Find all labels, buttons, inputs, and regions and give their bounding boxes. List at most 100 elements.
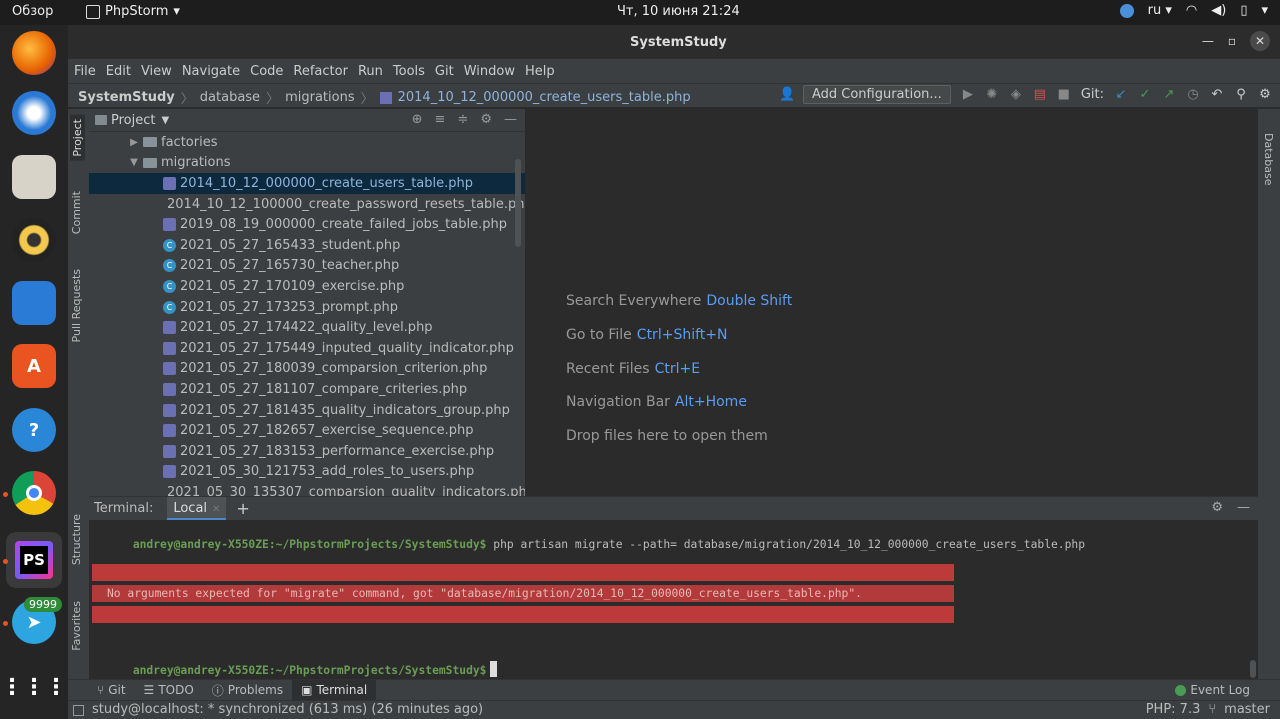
php-version[interactable]: PHP: 7.3	[1146, 702, 1201, 717]
tool-terminal[interactable]: ▣ Terminal	[292, 679, 377, 701]
tree-file-row[interactable]: 2019_08_19_000000_create_failed_jobs_tab…	[89, 214, 525, 235]
search-icon[interactable]: ⚲	[1234, 87, 1248, 102]
tree-file-row[interactable]: 2021_05_27_181107_compare_criteries.php	[89, 379, 525, 400]
help-icon[interactable]: ?	[12, 408, 56, 452]
close-icon[interactable]: ✕	[1250, 31, 1270, 51]
app-grid-icon[interactable]: ⋮⋮⋮	[1, 665, 67, 709]
menu-git[interactable]: Git	[435, 64, 454, 79]
menu-navigate[interactable]: Navigate	[182, 64, 240, 79]
tab-database[interactable]: Database	[1262, 133, 1275, 186]
menu-window[interactable]: Window	[464, 64, 515, 79]
rhythmbox-icon[interactable]	[12, 218, 56, 262]
tree-file-row[interactable]: 2021_05_30_121753_add_roles_to_users.php	[89, 462, 525, 483]
terminal-tab-local[interactable]: Local ✕	[167, 496, 227, 521]
tree-file-row[interactable]: 2021_05_27_183153_performance_exercise.p…	[89, 441, 525, 462]
gear-icon[interactable]: ⚙	[480, 112, 492, 127]
history-icon[interactable]: ◷	[1186, 87, 1200, 102]
chevron-right-icon[interactable]: ▶	[127, 137, 141, 148]
breadcrumb-project[interactable]: SystemStudy	[78, 90, 175, 105]
maximize-icon[interactable]: ▫	[1228, 34, 1236, 48]
menu-run[interactable]: Run	[358, 64, 383, 79]
tree-file-row[interactable]: 2021_05_27_180039_comparsion_criterion.p…	[89, 359, 525, 380]
profile-icon[interactable]: ▤	[1033, 87, 1047, 102]
tab-favorites[interactable]: Favorites	[70, 601, 83, 651]
tree-file-row[interactable]: 2021_05_27_175449_inputed_quality_indica…	[89, 338, 525, 359]
git-commit-icon[interactable]: ✓	[1138, 87, 1152, 102]
chevron-down-icon[interactable]: ▼	[127, 157, 141, 168]
close-icon[interactable]: ✕	[212, 504, 220, 515]
phpstorm-icon[interactable]: PS	[6, 532, 62, 588]
tool-git[interactable]: ⑂ Git	[88, 680, 135, 701]
tray-app-icon[interactable]	[1119, 3, 1134, 18]
gear-icon[interactable]: ⚙	[1211, 500, 1223, 515]
chrome-icon[interactable]	[12, 471, 56, 515]
hint-shortcut[interactable]: Double Shift	[706, 293, 792, 309]
tool-event-log[interactable]: Event Log	[1175, 683, 1250, 697]
menu-refactor[interactable]: Refactor	[293, 64, 348, 79]
terminal-output[interactable]: andrey@andrey-X550ZE:~/PhpstormProjects/…	[89, 520, 1258, 679]
files-icon[interactable]	[12, 155, 56, 199]
hint-shortcut[interactable]: Alt+Home	[675, 394, 747, 410]
chevron-down-icon[interactable]: ▾	[1261, 3, 1268, 18]
menu-view[interactable]: View	[141, 64, 172, 79]
hide-icon[interactable]: —	[504, 112, 517, 127]
tree-file-row[interactable]: C 2021_05_27_173253_prompt.php	[89, 297, 525, 318]
menu-edit[interactable]: Edit	[106, 64, 131, 79]
rollback-icon[interactable]: ↶	[1210, 87, 1224, 102]
git-push-icon[interactable]: ↗	[1162, 87, 1176, 102]
user-icon[interactable]: 👤	[779, 87, 795, 102]
tree-file-row[interactable]: 2014_10_12_100000_create_password_resets…	[89, 194, 525, 215]
menu-code[interactable]: Code	[250, 64, 283, 79]
tab-pull-requests[interactable]: Pull Requests	[70, 269, 83, 342]
tree-file-row[interactable]: 2021_05_27_182657_exercise_sequence.php	[89, 420, 525, 441]
system-tray[interactable]: ru ▾ ◠ ◀) ▯ ▾	[1119, 3, 1268, 18]
hint-shortcut[interactable]: Ctrl+Shift+N	[637, 327, 728, 343]
scrollbar[interactable]	[1250, 660, 1256, 678]
breadcrumb-database[interactable]: database	[200, 90, 260, 105]
stop-icon[interactable]: ■	[1057, 87, 1071, 102]
project-view-selector[interactable]: Project	[111, 113, 155, 128]
new-tab-icon[interactable]: +	[236, 499, 249, 518]
wifi-icon[interactable]: ◠	[1186, 3, 1197, 18]
run-icon[interactable]: ▶	[961, 87, 975, 102]
tree-file-row[interactable]: 2021_05_27_181435_quality_indicators_gro…	[89, 400, 525, 421]
menu-tools[interactable]: Tools	[393, 64, 425, 79]
tool-windows-toggle-icon[interactable]	[73, 705, 84, 716]
expand-all-icon[interactable]: ≡	[435, 112, 446, 127]
menu-help[interactable]: Help	[525, 64, 555, 79]
add-configuration-button[interactable]: Add Configuration...	[802, 85, 951, 104]
hint-shortcut[interactable]: Ctrl+E	[655, 361, 701, 377]
tree-folder-factories[interactable]: ▶ factories	[89, 132, 525, 153]
tool-todo[interactable]: ☰ TODO	[135, 680, 203, 701]
clock[interactable]: Чт, 10 июня 21:24	[617, 4, 740, 19]
battery-icon[interactable]: ▯	[1240, 3, 1247, 18]
gear-icon[interactable]: ⚙	[1258, 87, 1272, 102]
language-indicator[interactable]: ru ▾	[1148, 3, 1172, 18]
tool-problems[interactable]: ⓘ Problems	[203, 680, 292, 701]
tab-project[interactable]: Project	[70, 115, 85, 161]
writer-icon[interactable]	[12, 281, 56, 325]
collapse-all-icon[interactable]: ≑	[457, 112, 468, 127]
git-update-icon[interactable]: ↙	[1114, 87, 1128, 102]
tab-structure[interactable]: Structure	[70, 514, 83, 565]
menu-file[interactable]: File	[74, 64, 96, 79]
debug-icon[interactable]: ✺	[985, 87, 999, 102]
thunderbird-icon[interactable]	[12, 91, 56, 135]
tree-file-row[interactable]: 2021_05_30_135307_comparsion_quality_ind…	[89, 482, 525, 496]
tree-file-row[interactable]: C 2021_05_27_170109_exercise.php	[89, 276, 525, 297]
tree-file-row[interactable]: C 2021_05_27_165433_student.php	[89, 235, 525, 256]
locate-icon[interactable]: ⊕	[412, 112, 423, 127]
chevron-down-icon[interactable]: ▼	[161, 115, 169, 126]
firefox-icon[interactable]	[12, 31, 56, 75]
tab-commit[interactable]: Commit	[70, 191, 83, 234]
breadcrumb-migrations[interactable]: migrations	[285, 90, 355, 105]
coverage-icon[interactable]: ◈	[1009, 87, 1023, 102]
tree-file-row[interactable]: 2014_10_12_000000_create_users_table.php	[89, 173, 525, 194]
git-branch[interactable]: master	[1224, 702, 1270, 717]
tree-file-row[interactable]: 2021_05_27_174422_quality_level.php	[89, 317, 525, 338]
app-menu[interactable]: PhpStorm ▾	[86, 4, 180, 19]
hide-icon[interactable]: —	[1237, 500, 1250, 515]
status-message[interactable]: study@localhost: * synchronized (613 ms)…	[92, 702, 483, 717]
breadcrumb-file[interactable]: 2014_10_12_000000_create_users_table.php	[398, 90, 691, 105]
minimize-icon[interactable]: —	[1202, 34, 1214, 48]
